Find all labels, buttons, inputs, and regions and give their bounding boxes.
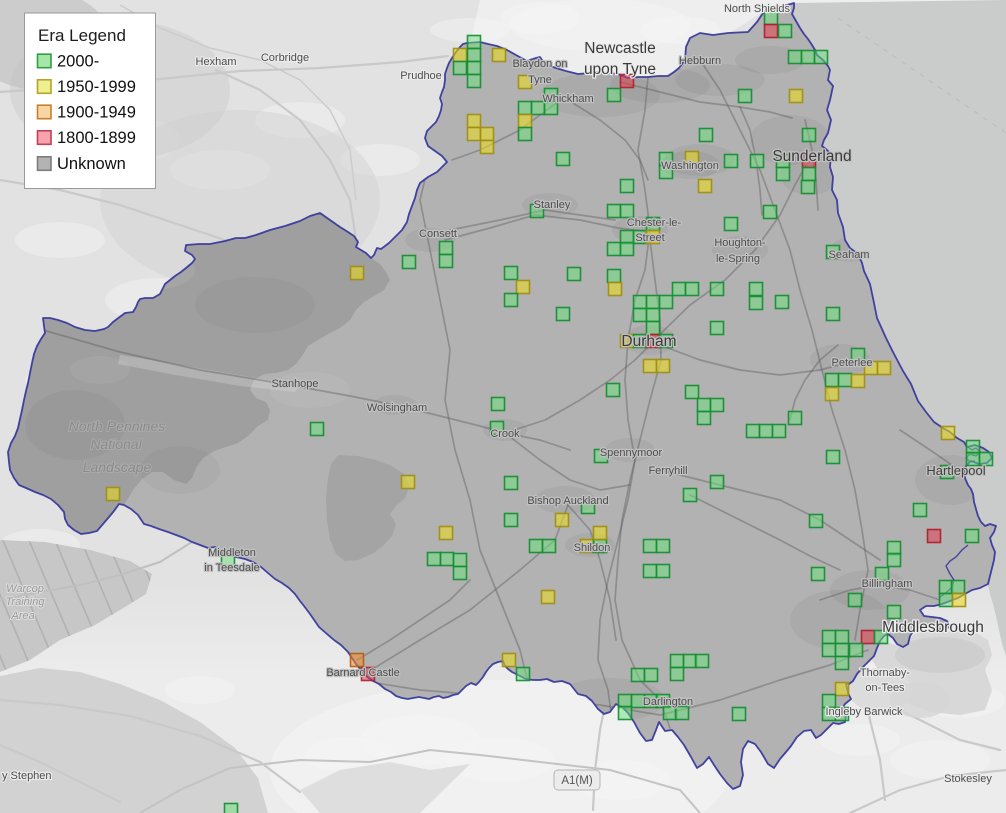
svg-text:Bishop Auckland: Bishop Auckland — [527, 495, 608, 507]
svg-text:2000-: 2000- — [57, 53, 99, 71]
svg-text:Area: Area — [10, 610, 34, 622]
svg-text:Darlington: Darlington — [643, 696, 693, 708]
svg-text:Landscape: Landscape — [83, 459, 152, 475]
svg-text:upon Tyne: upon Tyne — [584, 61, 656, 78]
svg-text:Warcop: Warcop — [6, 583, 44, 595]
svg-text:Corbridge: Corbridge — [261, 52, 309, 64]
svg-text:Hebburn: Hebburn — [679, 55, 721, 67]
svg-text:Seaham: Seaham — [829, 249, 870, 261]
svg-text:Hexham: Hexham — [196, 56, 237, 68]
svg-text:Tyne: Tyne — [528, 74, 552, 86]
svg-text:Barnard Castle: Barnard Castle — [326, 667, 399, 679]
svg-text:Street: Street — [635, 232, 664, 244]
svg-text:Peterlee: Peterlee — [832, 357, 873, 369]
svg-text:Newcastle: Newcastle — [584, 40, 656, 57]
svg-text:Shildon: Shildon — [574, 542, 611, 554]
svg-text:on-Tees: on-Tees — [865, 682, 905, 694]
svg-text:Whickham: Whickham — [542, 93, 593, 105]
svg-text:Chester-le-: Chester-le- — [627, 217, 682, 229]
svg-text:Training: Training — [6, 596, 46, 608]
svg-text:1800-1899: 1800-1899 — [57, 129, 136, 147]
svg-text:North Shields: North Shields — [724, 3, 791, 15]
svg-text:Ingleby Barwick: Ingleby Barwick — [825, 706, 903, 718]
svg-text:Hartlepool: Hartlepool — [926, 463, 985, 478]
svg-text:Consett: Consett — [419, 228, 457, 240]
svg-text:National: National — [90, 436, 142, 452]
svg-text:Thornaby-: Thornaby- — [860, 667, 910, 679]
svg-text:Wolsingham: Wolsingham — [367, 402, 427, 414]
svg-text:1950-1999: 1950-1999 — [57, 78, 136, 96]
svg-text:1900-1949: 1900-1949 — [57, 104, 136, 122]
svg-text:y Stephen: y Stephen — [2, 770, 52, 782]
svg-text:Middleton: Middleton — [208, 547, 256, 559]
svg-text:Billingham: Billingham — [862, 578, 913, 590]
svg-text:in Teesdale: in Teesdale — [204, 562, 259, 574]
svg-text:Stanley: Stanley — [534, 199, 571, 211]
svg-text:North Pennines: North Pennines — [69, 418, 166, 434]
svg-text:A1(M): A1(M) — [561, 775, 592, 787]
svg-text:Prudhoe: Prudhoe — [400, 70, 442, 82]
svg-text:Middlesbrough: Middlesbrough — [882, 619, 984, 636]
svg-text:Sunderland: Sunderland — [772, 148, 851, 165]
svg-text:Spennymoor: Spennymoor — [600, 447, 663, 459]
svg-text:Era Legend: Era Legend — [38, 26, 126, 45]
svg-text:Durham: Durham — [621, 333, 676, 350]
svg-text:Ferryhill: Ferryhill — [648, 465, 687, 477]
svg-text:Stanhope: Stanhope — [271, 378, 318, 390]
svg-text:Unknown: Unknown — [57, 155, 126, 173]
svg-text:Stokesley: Stokesley — [944, 773, 992, 785]
svg-text:Crook: Crook — [490, 428, 520, 440]
svg-text:le-Spring: le-Spring — [716, 253, 760, 265]
svg-text:Blaydon on: Blaydon on — [512, 58, 567, 70]
svg-text:Houghton-: Houghton- — [714, 237, 766, 249]
svg-text:Washington: Washington — [661, 160, 719, 172]
